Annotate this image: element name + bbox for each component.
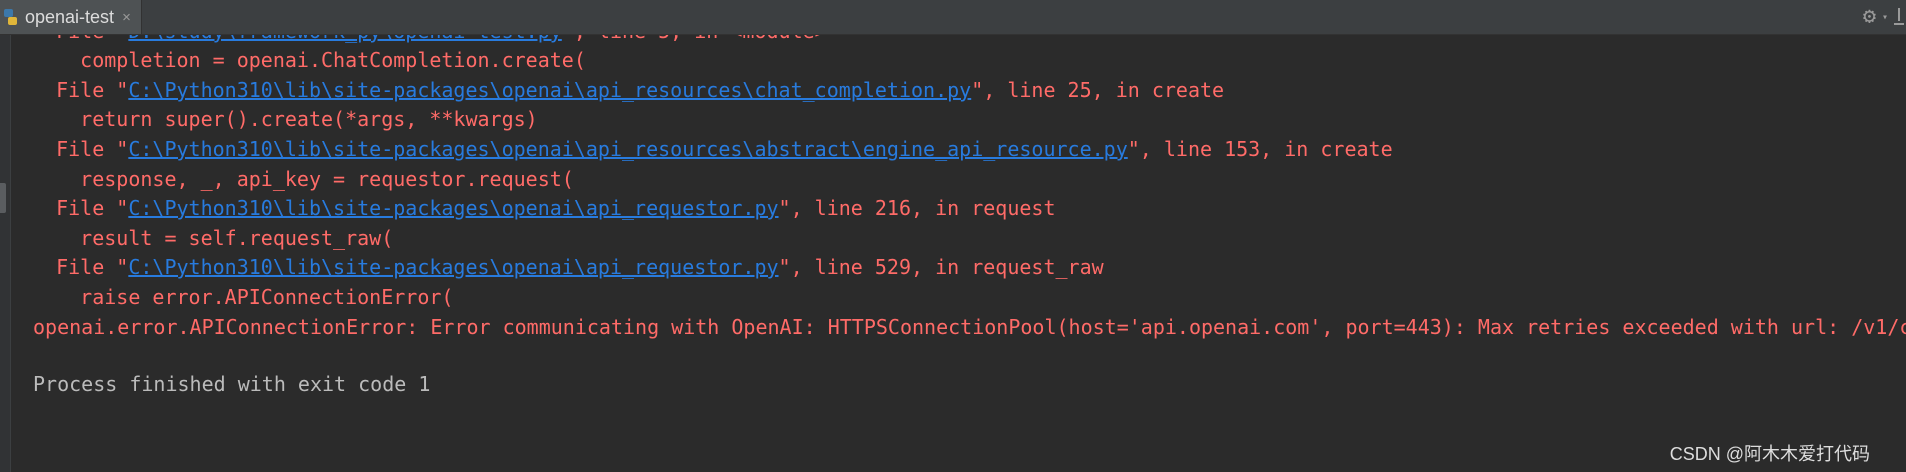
- file-link[interactable]: C:\Python310\lib\site-packages\openai\ap…: [128, 137, 1127, 161]
- traceback-file-line: File "C:\Python310\lib\site-packages\ope…: [32, 196, 1056, 220]
- console-gutter: [0, 35, 11, 472]
- gear-icon[interactable]: ⚙: [1863, 6, 1876, 28]
- traceback-file-line: File "C:\Python310\lib\site-packages\ope…: [32, 78, 1225, 102]
- traceback-code-line: return super().create(*args, **kwargs): [32, 107, 538, 131]
- file-link[interactable]: C:\Python310\lib\site-packages\openai\ap…: [128, 196, 778, 220]
- close-icon[interactable]: ×: [122, 9, 131, 26]
- console-output: File "D:\study\framework_py\openai-test.…: [12, 35, 1906, 472]
- traceback-file-line: File "D:\study\framework_py\openai-test.…: [32, 35, 827, 45]
- download-icon[interactable]: [1894, 8, 1904, 26]
- tab-bar: openai-test × ⚙ ▾: [0, 0, 1906, 35]
- file-link[interactable]: C:\Python310\lib\site-packages\openai\ap…: [128, 78, 971, 102]
- traceback-file-line: File "C:\Python310\lib\site-packages\ope…: [32, 255, 1104, 279]
- watermark: CSDN @阿木木爱打代码: [1669, 444, 1870, 464]
- error-message-line: openai.error.APIConnectionError: Error c…: [33, 315, 1906, 339]
- chevron-down-icon[interactable]: ▾: [1882, 12, 1888, 23]
- traceback-code-line: completion = openai.ChatCompletion.creat…: [32, 48, 586, 72]
- traceback-code-line: response, _, api_key = requestor.request…: [32, 167, 574, 191]
- traceback-file-line: File "C:\Python310\lib\site-packages\ope…: [32, 137, 1393, 161]
- tab-title: openai-test: [25, 6, 115, 27]
- file-link[interactable]: D:\study\framework_py\openai-test.py: [128, 35, 561, 43]
- file-link[interactable]: C:\Python310\lib\site-packages\openai\ap…: [128, 255, 778, 279]
- process-exit-line: Process finished with exit code 1: [33, 372, 431, 396]
- python-file-icon: [4, 8, 17, 26]
- tab-openai-test[interactable]: openai-test ×: [0, 0, 142, 34]
- gutter-marker: [0, 183, 6, 213]
- toolbar-right: ⚙ ▾: [1863, 0, 1906, 34]
- traceback-code-line: result = self.request_raw(: [32, 226, 394, 250]
- traceback-code-line: raise error.APIConnectionError(: [32, 285, 454, 309]
